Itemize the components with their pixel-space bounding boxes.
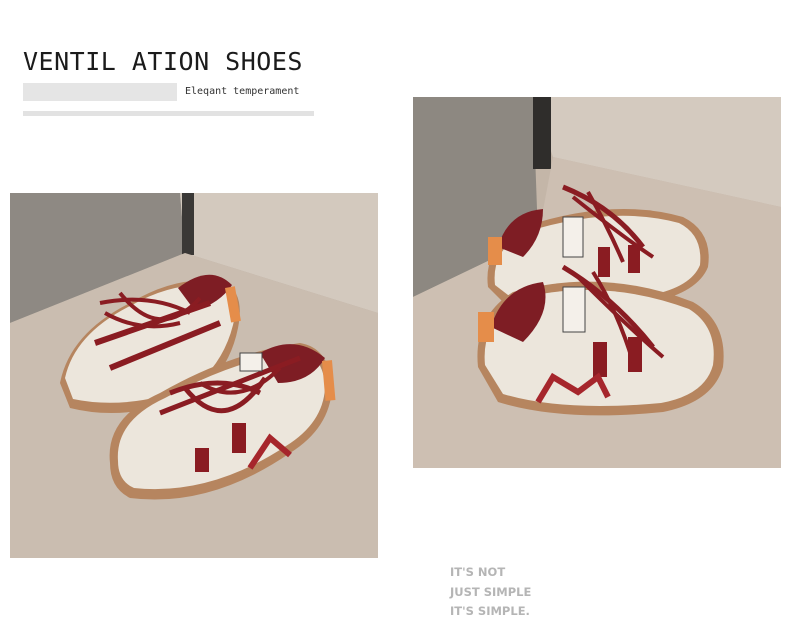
title-underline bbox=[23, 111, 314, 116]
slogan: IT'S NOT JUST SIMPLE IT'S SIMPLE. bbox=[450, 563, 531, 622]
page-title: VENTIL ATION SHOES bbox=[23, 47, 303, 76]
product-photo-right bbox=[413, 97, 781, 468]
slogan-line-3: IT'S SIMPLE. bbox=[450, 604, 530, 618]
page-subtitle: Eleqant temperament bbox=[185, 86, 300, 97]
slogan-line-2: JUST SIMPLE bbox=[450, 584, 532, 599]
subtitle-bar bbox=[23, 83, 177, 101]
shoes-pair-illustration-right bbox=[413, 97, 781, 468]
slogan-line-1: IT'S NOT bbox=[450, 565, 506, 579]
shoes-pair-illustration-left bbox=[10, 193, 378, 558]
product-photo-left bbox=[10, 193, 378, 558]
